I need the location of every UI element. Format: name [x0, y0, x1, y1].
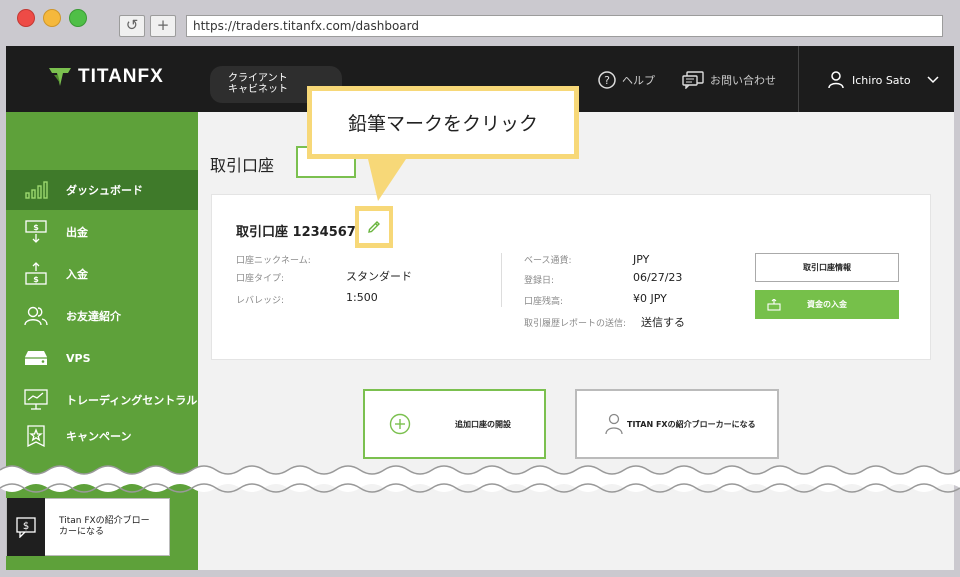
cabinet-label-line1: クライアント [228, 73, 288, 84]
sidebar-item-label: 出金 [66, 226, 88, 239]
plus-circle-icon [389, 413, 411, 435]
contact-link[interactable]: お問い合わせ [682, 71, 776, 89]
field-label: 口座タイプ: [236, 274, 285, 284]
sidebar-item-campaign[interactable]: キャンペーン [6, 416, 198, 456]
callout-text: 鉛筆マークをクリック [312, 91, 574, 154]
card-divider [501, 253, 502, 307]
sidebar-item-label: VPS [66, 351, 91, 365]
sidebar-item-label: 入金 [66, 268, 88, 281]
section-title: 取引口座 [210, 156, 275, 175]
withdraw-icon: $ [20, 218, 52, 246]
server-icon [20, 344, 52, 372]
callout-pointer [368, 159, 406, 201]
sidebar-item-trading-central[interactable]: トレーディングセントラル [6, 380, 198, 420]
maximize-window-button[interactable] [69, 9, 87, 27]
address-bar[interactable]: https://traders.titanfx.com/dashboard [186, 15, 943, 37]
monitor-chart-icon [20, 386, 52, 414]
sidebar-item-dashboard[interactable]: ダッシュボード [6, 170, 198, 210]
become-ib-card[interactable]: $ Titan FXの紹介ブロー カーになる [6, 498, 170, 556]
reload-icon[interactable]: ↺ [119, 15, 145, 37]
field-label: 取引履歴レポートの送信: [524, 319, 627, 329]
user-menu[interactable]: Ichiro Sato [828, 71, 947, 89]
chat-bubbles-icon [682, 71, 704, 89]
sidebar-item-label: トレーディングセントラル [66, 394, 198, 407]
svg-text:?: ? [604, 74, 610, 87]
account-card: 取引口座 1234567 口座ニックネーム: 口座タイプ: スタンダード レバレ… [211, 194, 931, 360]
question-circle-icon: ? [598, 71, 616, 89]
svg-text:$: $ [33, 223, 39, 232]
send-report-link[interactable]: 送信する [641, 314, 685, 330]
become-ib-line1: Titan FXの紹介ブロー [59, 516, 150, 526]
sidebar-item-label: お友達紹介 [66, 310, 121, 323]
become-ib-tile[interactable]: TITAN FXの紹介ブローカーになる [575, 389, 779, 459]
minimize-window-button[interactable] [43, 9, 61, 27]
field-label: レバレッジ: [236, 296, 285, 306]
sidebar-item-label: キャンペーン [66, 430, 132, 443]
plus-icon[interactable]: + [150, 15, 176, 37]
account-type-value: スタンダード [346, 270, 412, 283]
pencil-icon [368, 221, 380, 233]
help-label: ヘルプ [622, 74, 655, 87]
contact-label: お問い合わせ [710, 74, 776, 87]
field-label: 口座残高: [524, 297, 564, 307]
titanfx-logo[interactable]: TITANFX [48, 66, 164, 88]
account-title: 取引口座 1234567 [236, 225, 356, 240]
sidebar-item-vps[interactable]: VPS [6, 338, 198, 378]
deposit-icon [767, 298, 781, 311]
svg-text:$: $ [23, 521, 29, 532]
edit-nickname-button[interactable] [359, 211, 389, 243]
user-icon [605, 413, 623, 435]
deposit-funds-label: 資金の入金 [807, 300, 847, 309]
account-info-button[interactable]: 取引口座情報 [755, 253, 899, 282]
become-ib-line2: カーになる [59, 527, 105, 537]
logo-text: TITANFX [78, 66, 164, 87]
svg-text:$: $ [33, 275, 39, 284]
sidebar-item-referral[interactable]: お友達紹介 [6, 296, 198, 336]
sidebar-item-deposit[interactable]: $ 入金 [6, 254, 198, 294]
chevron-down-icon [927, 76, 939, 84]
become-ib-label: Titan FXの紹介ブロー カーになる [45, 516, 150, 538]
registration-date-value: 06/27/23 [633, 271, 683, 284]
sidebar: ダッシュボード $ 出金 $ 入金 お友達紹介 VPS トレーディングセントラル… [6, 112, 198, 570]
base-currency-value: JPY [633, 253, 650, 266]
pencil-highlight [355, 206, 393, 248]
browser-chrome: ↺ + https://traders.titanfx.com/dashboar… [0, 0, 960, 45]
open-additional-account-label: 追加口座の開設 [455, 419, 511, 429]
sidebar-item-label: ダッシュボード [66, 184, 143, 197]
friends-icon [20, 302, 52, 330]
leverage-value: 1:500 [346, 291, 378, 304]
user-name: Ichiro Sato [852, 73, 911, 87]
deposit-icon: $ [20, 260, 52, 288]
star-badge-icon [20, 422, 52, 450]
help-link[interactable]: ? ヘルプ [598, 71, 655, 89]
field-label: 登録日: [524, 276, 555, 286]
header-divider [798, 46, 799, 112]
balance-value: ¥0 JPY [633, 292, 667, 305]
become-ib-tile-label: TITAN FXの紹介ブローカーになる [627, 419, 756, 429]
main-content: 取引口座 取引口座 1234567 口座ニックネーム: 口座タイプ: スタンダー… [198, 112, 954, 570]
close-window-button[interactable] [17, 9, 35, 27]
dollar-chat-icon: $ [7, 498, 45, 556]
field-label: ベース通貨: [524, 256, 572, 266]
instruction-callout: 鉛筆マークをクリック [307, 86, 579, 159]
titan-shield-icon [49, 68, 71, 86]
field-label: 口座ニックネーム: [236, 256, 311, 266]
open-additional-account-tile[interactable]: 追加口座の開設 [363, 389, 546, 459]
chart-bars-icon [20, 176, 52, 204]
torn-edge-divider [0, 465, 960, 493]
deposit-funds-button[interactable]: 資金の入金 [755, 290, 899, 319]
user-icon [828, 71, 844, 89]
sidebar-item-withdraw[interactable]: $ 出金 [6, 212, 198, 252]
